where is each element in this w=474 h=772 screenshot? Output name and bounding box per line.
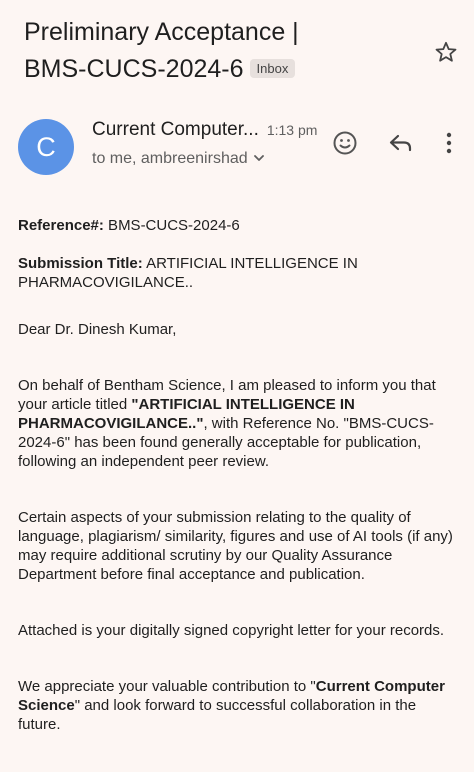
paragraph-acceptance: On behalf of Bentham Science, I am pleas… (18, 376, 458, 471)
submission-title-line: Submission Title: ARTIFICIAL INTELLIGENC… (18, 254, 458, 292)
email-subject-block: Preliminary Acceptance | BMS-CUCS-2024-6… (24, 14, 424, 88)
reference-value: BMS-CUCS-2024-6 (103, 217, 240, 234)
chevron-down-icon (253, 155, 264, 161)
sender-avatar[interactable]: C (18, 119, 74, 175)
recipients-text: to me, ambreenirshad (92, 150, 248, 167)
p4-text-c: " and look forward to successful collabo… (18, 697, 417, 733)
paragraph-attachment: Attached is your digitally signed copyri… (18, 622, 445, 639)
reference-label: Reference#: (18, 217, 104, 234)
email-subject: Preliminary Acceptance | BMS-CUCS-2024-6… (24, 14, 424, 88)
sent-time: 1:13 pm (266, 122, 318, 138)
inbox-label-chip[interactable]: Inbox (249, 59, 296, 78)
paragraph-closing: We appreciate your valuable contribution… (18, 677, 458, 734)
greeting: Dear Dr. Dinesh Kumar, (18, 321, 177, 338)
submission-title-label: Submission Title: (18, 255, 143, 272)
email-body: Reference#: BMS-CUCS-2024-6 Submission T… (18, 216, 458, 734)
paragraph-quality: Certain aspects of your submission relat… (18, 509, 453, 583)
sender-name[interactable]: Current Computer... (92, 119, 259, 140)
p4-text-a: We appreciate your valuable contribution… (18, 678, 316, 695)
star-icon[interactable] (434, 40, 458, 64)
subject-line-2: BMS-CUCS-2024-6 (24, 55, 244, 83)
subject-line-1: Preliminary Acceptance | (24, 18, 299, 46)
smiley-icon[interactable] (331, 129, 359, 157)
reference-line: Reference#: BMS-CUCS-2024-6 (18, 216, 458, 235)
sender-row: Current Computer... 1:13 pm (92, 119, 317, 141)
more-vert-icon[interactable] (435, 129, 463, 157)
recipients-toggle[interactable]: to me, ambreenirshad (92, 150, 266, 168)
reply-icon[interactable] (387, 129, 415, 157)
